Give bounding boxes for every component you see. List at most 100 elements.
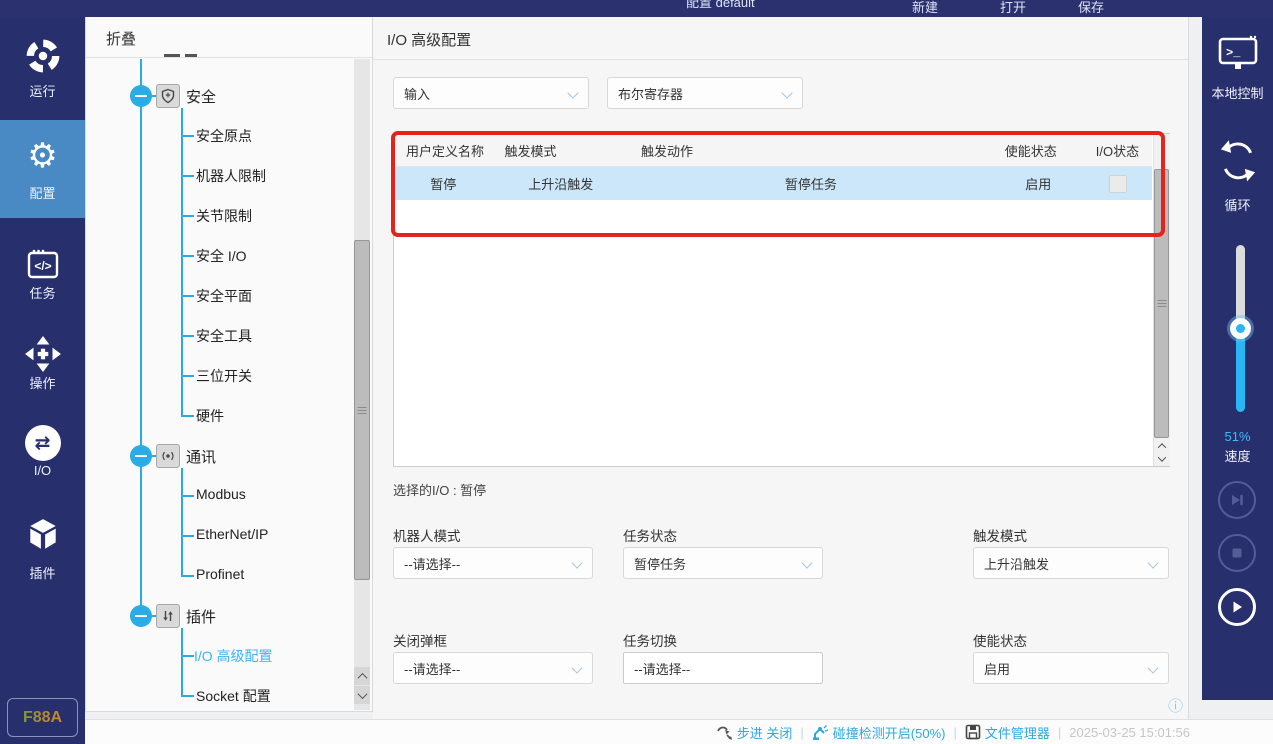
collapse-node-comm[interactable] bbox=[130, 445, 152, 467]
tree-branch-line bbox=[181, 628, 183, 696]
cycle-label: 循环 bbox=[1202, 195, 1273, 214]
app-window: 配置 default 新建 打开 保存 运行 ⚙ 配置 </> 任务 bbox=[0, 0, 1273, 744]
tree-scroll-up-button[interactable] bbox=[354, 667, 370, 685]
close-popup-dropdown[interactable]: --请选择-- bbox=[393, 652, 593, 684]
io-state-checkbox[interactable] bbox=[1109, 175, 1127, 193]
local-control-icon[interactable]: >_ bbox=[1217, 35, 1259, 78]
tree-item-safety-plane[interactable]: 安全平面 bbox=[196, 286, 252, 306]
page-title: I/O 高级配置 bbox=[387, 29, 471, 50]
register-type-dropdown[interactable]: 布尔寄存器 bbox=[607, 77, 803, 109]
device-badge[interactable]: F88A bbox=[7, 698, 78, 737]
gear-icon[interactable]: ⚙ bbox=[0, 137, 85, 175]
table-scrollbar-thumb[interactable] bbox=[1154, 169, 1169, 438]
tree-item-hardware[interactable]: 硬件 bbox=[196, 406, 224, 426]
task-switch-field[interactable]: --请选择-- bbox=[623, 652, 823, 684]
task-state-value: 暂停任务 bbox=[634, 554, 686, 573]
chevron-down-icon bbox=[567, 87, 578, 98]
tree-group-comm[interactable]: 通讯 bbox=[186, 446, 216, 467]
trigger-mode-dropdown[interactable]: 上升沿触发 bbox=[973, 547, 1169, 579]
tree-item-profinet[interactable]: Profinet bbox=[196, 566, 244, 582]
separator: | bbox=[1058, 725, 1061, 740]
collapse-button[interactable]: 折叠 bbox=[106, 28, 136, 49]
sidebar-item-config[interactable]: 配置 bbox=[0, 183, 85, 202]
sidebar-item-io[interactable]: I/O bbox=[0, 463, 85, 478]
move-arrows-icon[interactable] bbox=[0, 335, 85, 378]
menu-open[interactable]: 打开 bbox=[1000, 0, 1026, 16]
task-state-dropdown[interactable]: 暂停任务 bbox=[623, 547, 823, 579]
io-sync-icon[interactable]: ⇄ bbox=[0, 425, 85, 461]
chevron-down-icon bbox=[571, 662, 582, 673]
speed-slider-fill[interactable] bbox=[1236, 327, 1245, 412]
tree-item-safety-io[interactable]: 安全 I/O bbox=[196, 246, 247, 266]
chevron-down-icon bbox=[1147, 662, 1158, 673]
column-header: 触发动作 bbox=[629, 134, 993, 166]
speed-slider-handle[interactable] bbox=[1230, 318, 1251, 339]
robot-mode-label: 机器人模式 bbox=[393, 525, 461, 545]
plugin-cube-icon[interactable] bbox=[0, 517, 85, 558]
enable-state-label: 使能状态 bbox=[973, 630, 1027, 650]
task-code-icon[interactable]: </> bbox=[0, 249, 85, 286]
tree-scroll-down-button[interactable] bbox=[354, 686, 370, 704]
speed-label: 速度 bbox=[1202, 446, 1273, 465]
tree-scrollbar-thumb[interactable] bbox=[354, 240, 370, 580]
table-scroll-up-button[interactable] bbox=[1154, 439, 1169, 452]
collapse-node-plugin[interactable] bbox=[130, 605, 152, 627]
stop-button[interactable] bbox=[1218, 534, 1256, 572]
sidebar-item-run[interactable]: 运行 bbox=[0, 81, 85, 100]
trigger-mode-value: 上升沿触发 bbox=[984, 554, 1049, 573]
menu-save[interactable]: 保存 bbox=[1078, 0, 1104, 16]
config-tree-panel: 折叠 安全 安全原点 机器人限制 关节限制 安全 I/O 安全平面 安全工具 bbox=[85, 17, 373, 712]
tree-item-joint-limit[interactable]: 关节限制 bbox=[196, 206, 252, 226]
clipped-tree-item bbox=[164, 54, 180, 57]
play-button[interactable] bbox=[1218, 588, 1256, 626]
close-popup-label: 关闭弹框 bbox=[393, 630, 447, 650]
tree-item-ethernet-ip[interactable]: EtherNet/IP bbox=[196, 526, 268, 542]
step-status-label: 步进 关闭 bbox=[737, 723, 793, 742]
tree-group-plugin[interactable]: 插件 bbox=[186, 606, 216, 627]
tree-item-io-advanced-config[interactable]: I/O 高级配置 bbox=[194, 646, 273, 666]
collapse-node-safety[interactable] bbox=[130, 85, 152, 107]
menu-new[interactable]: 新建 bbox=[912, 0, 938, 16]
tree-branch-line bbox=[181, 468, 183, 576]
io-direction-value: 输入 bbox=[404, 84, 430, 103]
tree-connector bbox=[181, 375, 194, 377]
cell-enable-state: 启用 bbox=[993, 167, 1084, 200]
collision-icon bbox=[812, 724, 829, 740]
file-manager-icon bbox=[965, 724, 981, 740]
collision-detect-status[interactable]: 碰撞检测开启(50%) bbox=[812, 723, 946, 742]
tree-group-safety[interactable]: 安全 bbox=[186, 86, 216, 107]
local-control-label: 本地控制 bbox=[1202, 83, 1273, 102]
selected-io-label: 选择的I/O : 暂停 bbox=[393, 480, 486, 499]
tree-item-socket-config[interactable]: Socket 配置 bbox=[196, 686, 271, 706]
enable-state-dropdown[interactable]: 启用 bbox=[973, 652, 1169, 684]
panel-header: I/O 高级配置 bbox=[373, 17, 1188, 60]
tree-connector bbox=[181, 575, 194, 577]
tree-connector bbox=[181, 495, 194, 497]
sliders-icon bbox=[156, 604, 180, 628]
file-manager-button[interactable]: 文件管理器 bbox=[965, 723, 1050, 742]
left-nav-sidebar: 运行 ⚙ 配置 </> 任务 操作 ⇄ bbox=[0, 17, 85, 744]
table-scroll-down-button[interactable] bbox=[1154, 452, 1169, 465]
io-direction-dropdown[interactable]: 输入 bbox=[393, 77, 589, 109]
table-row-pause[interactable]: 暂停 上升沿触发 暂停任务 启用 bbox=[394, 167, 1152, 200]
step-forward-button[interactable] bbox=[1218, 481, 1256, 519]
tree-connector bbox=[181, 295, 194, 297]
info-icon[interactable]: ⓘ bbox=[1168, 695, 1183, 716]
antenna-icon bbox=[156, 444, 180, 468]
column-header: I/O状态 bbox=[1084, 134, 1152, 166]
tree-item-safety-tool[interactable]: 安全工具 bbox=[196, 326, 252, 346]
cycle-icon[interactable] bbox=[1215, 138, 1261, 191]
tree-item-robot-limit[interactable]: 机器人限制 bbox=[196, 166, 266, 186]
column-header: 用户定义名称 bbox=[394, 134, 493, 166]
robot-mode-dropdown[interactable]: --请选择-- bbox=[393, 547, 593, 579]
run-icon[interactable] bbox=[0, 37, 85, 80]
sidebar-item-plugin[interactable]: 插件 bbox=[0, 563, 85, 582]
tree-item-three-pos-switch[interactable]: 三位开关 bbox=[196, 366, 252, 386]
step-status[interactable]: 步进 关闭 bbox=[716, 723, 793, 742]
sidebar-item-operate[interactable]: 操作 bbox=[0, 373, 85, 392]
sidebar-item-task[interactable]: 任务 bbox=[0, 283, 85, 302]
step-icon bbox=[716, 725, 733, 740]
tree-item-modbus[interactable]: Modbus bbox=[196, 486, 246, 502]
tree-item-safety-origin[interactable]: 安全原点 bbox=[196, 126, 252, 146]
close-popup-value: --请选择-- bbox=[404, 659, 460, 678]
